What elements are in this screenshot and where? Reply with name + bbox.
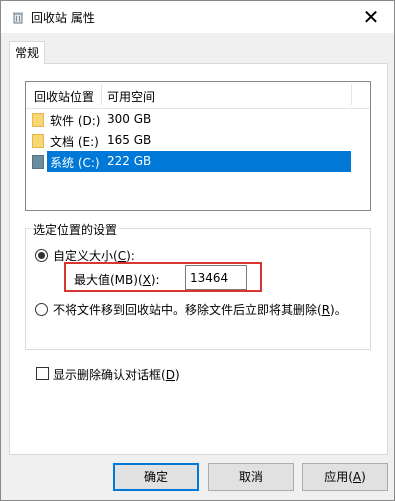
recycle-bin-icon	[13, 12, 23, 24]
group-title: 选定位置的设置	[31, 221, 120, 238]
max-size-input[interactable]	[185, 265, 247, 290]
location-name: 软件 (D:)	[50, 114, 101, 128]
close-icon: ✕	[362, 5, 380, 29]
folder-icon	[32, 155, 44, 169]
folder-icon	[32, 134, 44, 148]
delete-immediately-label[interactable]: 不将文件移到回收站中。移除文件后立即将其删除(R)。	[53, 301, 347, 318]
recycle-bin-properties-dialog: 回收站 属性 ✕ 常规 回收站位置 可用空间 软件 (D:) 300 GB 文档…	[0, 0, 395, 501]
radio-dot-icon	[38, 252, 45, 259]
folder-icon	[32, 113, 44, 127]
column-header-location[interactable]: 回收站位置	[34, 88, 94, 105]
recycle-bin-location-list[interactable]: 回收站位置 可用空间 软件 (D:) 300 GB 文档 (E:) 165 GB…	[25, 81, 371, 211]
tab-general[interactable]: 常规	[9, 41, 45, 64]
column-divider[interactable]	[101, 84, 102, 105]
confirm-dialog-checkbox[interactable]	[36, 367, 49, 380]
column-header-free-space[interactable]: 可用空间	[107, 88, 155, 105]
location-name: 系统 (C:)	[50, 156, 100, 170]
apply-button[interactable]: 应用(A)	[302, 463, 388, 491]
custom-size-radio[interactable]	[35, 249, 48, 262]
list-item[interactable]: 软件 (D:) 300 GB	[26, 109, 370, 130]
delete-immediately-radio[interactable]	[35, 303, 48, 316]
list-header: 回收站位置 可用空间	[26, 82, 370, 109]
free-space-value: 165 GB	[107, 133, 152, 147]
ok-button[interactable]: 确定	[113, 463, 199, 491]
free-space-value: 300 GB	[107, 112, 152, 126]
title-bar[interactable]: 回收站 属性 ✕	[1, 1, 394, 33]
list-item-selected[interactable]: 系统 (C:) 222 GB	[26, 151, 370, 172]
window-title: 回收站 属性	[31, 11, 95, 25]
column-divider[interactable]	[351, 84, 352, 105]
free-space-value: 222 GB	[107, 154, 152, 168]
location-name: 文档 (E:)	[50, 135, 99, 149]
cancel-button[interactable]: 取消	[208, 463, 294, 491]
confirm-dialog-label[interactable]: 显示删除确认对话框(D)	[53, 366, 180, 383]
close-button[interactable]: ✕	[348, 1, 394, 33]
list-item[interactable]: 文档 (E:) 165 GB	[26, 130, 370, 151]
